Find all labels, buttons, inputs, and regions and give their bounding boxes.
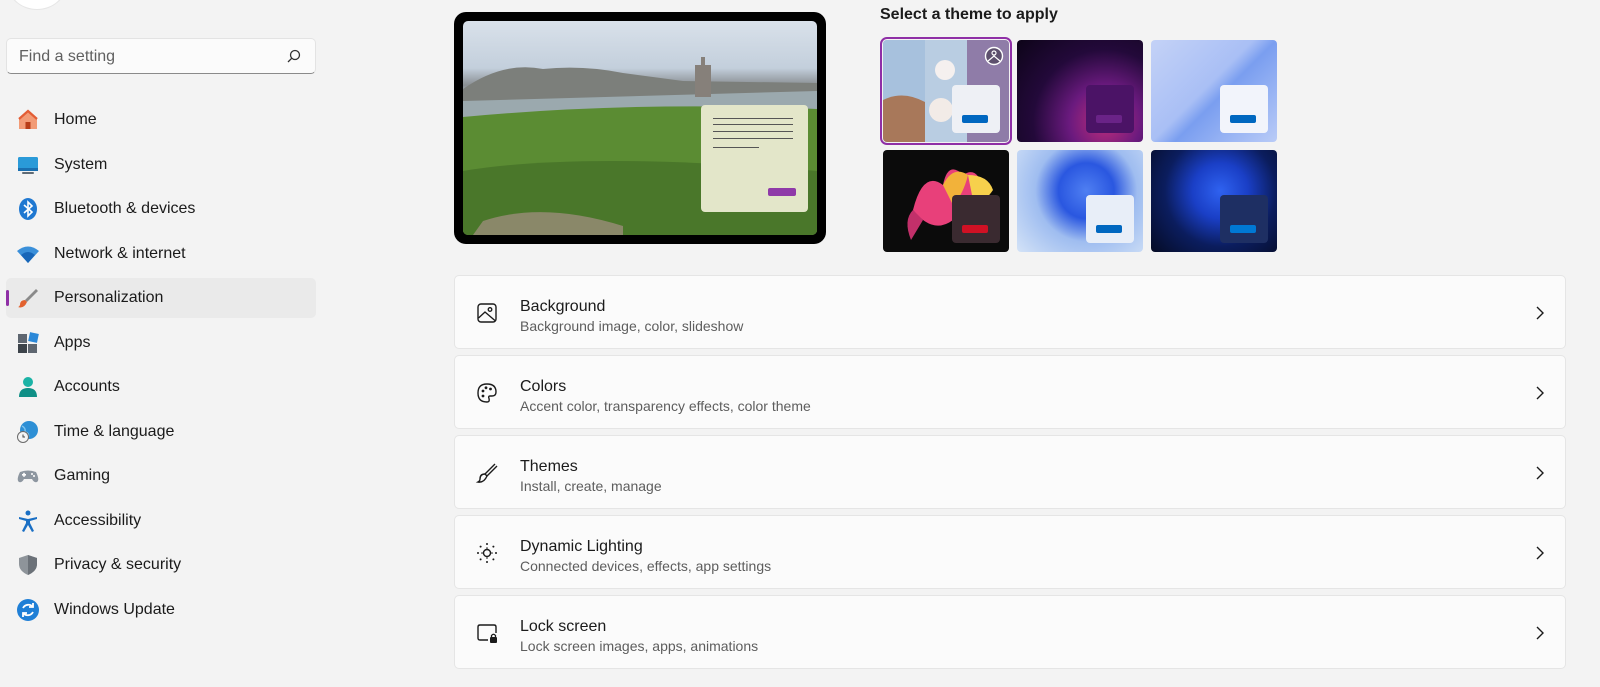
sidebar-item-label: Windows Update — [54, 601, 175, 618]
sidebar-item-time-language[interactable]: Time & language — [6, 412, 316, 452]
sidebar-item-accounts[interactable]: Accounts — [6, 367, 316, 407]
theme-window-preview — [952, 85, 1000, 133]
search-input[interactable] — [17, 39, 281, 75]
sidebar-item-label: Accessibility — [54, 512, 142, 529]
chevron-right-icon — [1536, 386, 1544, 400]
theme-tile-4[interactable] — [883, 150, 1009, 252]
card-title: Themes — [520, 458, 578, 475]
sidebar-item-label: Network & internet — [54, 245, 186, 262]
shield-icon — [19, 555, 37, 575]
slideshow-icon — [984, 46, 1004, 66]
accent-preview-button — [768, 188, 796, 196]
card-subtitle: Background image, color, slideshow — [520, 318, 744, 334]
settings-card-colors[interactable]: Colors Accent color, transparency effect… — [454, 355, 1566, 429]
sidebar-item-windows-update[interactable]: Windows Update — [6, 590, 316, 630]
sidebar-item-label: Accounts — [54, 378, 120, 395]
lighting-icon — [477, 543, 497, 563]
wallpaper-preview — [463, 21, 817, 235]
sidebar-item-label: Gaming — [54, 467, 111, 484]
brush-icon — [475, 463, 498, 483]
sidebar-item-label: Privacy & security — [54, 556, 182, 573]
theme-window-preview — [952, 195, 1000, 243]
theme-window-preview — [1220, 85, 1268, 133]
settings-card-lock-screen[interactable]: Lock screen Lock screen images, apps, an… — [454, 595, 1566, 669]
theme-window-preview — [1086, 195, 1134, 243]
card-subtitle: Lock screen images, apps, animations — [520, 638, 759, 654]
selection-indicator — [6, 290, 9, 306]
brush-icon — [18, 289, 38, 308]
lock-screen-icon — [477, 624, 497, 643]
theme-tile-6[interactable] — [1151, 150, 1277, 252]
sidebar-item-label: Apps — [54, 334, 91, 351]
card-subtitle: Accent color, transparency effects, colo… — [520, 398, 811, 414]
search-icon[interactable] — [287, 49, 301, 63]
settings-card-dynamic-lighting[interactable]: Dynamic Lighting Connected devices, effe… — [454, 515, 1566, 589]
apps-icon — [18, 332, 39, 353]
sidebar-item-label: Home — [54, 111, 97, 128]
update-icon — [17, 599, 39, 621]
sidebar-item-personalization[interactable]: Personalization — [6, 278, 316, 318]
system-icon — [18, 157, 38, 174]
window-preview — [701, 105, 808, 212]
theme-window-preview — [1220, 195, 1268, 243]
theme-preview — [454, 12, 826, 244]
globe-clock-icon — [17, 421, 38, 443]
card-title: Colors — [520, 378, 567, 395]
settings-card-background[interactable]: Background Background image, color, slid… — [454, 275, 1566, 349]
chevron-right-icon — [1536, 626, 1544, 640]
sidebar-item-label: Bluetooth & devices — [54, 200, 196, 217]
search-box[interactable] — [6, 38, 316, 75]
card-title: Background — [520, 298, 606, 315]
theme-window-preview — [1086, 85, 1134, 133]
theme-tile-1[interactable] — [880, 37, 1012, 145]
home-icon — [18, 109, 38, 129]
avatar[interactable] — [8, 0, 66, 10]
sidebar-item-network[interactable]: Network & internet — [6, 234, 316, 274]
image-icon — [477, 303, 497, 323]
chevron-right-icon — [1536, 546, 1544, 560]
card-title: Lock screen — [520, 618, 607, 635]
bluetooth-icon — [19, 198, 37, 220]
sidebar-item-label: Personalization — [54, 289, 164, 306]
settings-card-themes[interactable]: Themes Install, create, manage — [454, 435, 1566, 509]
card-subtitle: Connected devices, effects, app settings — [520, 558, 772, 574]
person-icon — [19, 377, 37, 397]
sidebar-item-accessibility[interactable]: Accessibility — [6, 501, 316, 541]
card-subtitle: Install, create, manage — [520, 478, 662, 494]
theme-section-title: Select a theme to apply — [880, 6, 1058, 23]
wifi-icon — [17, 246, 39, 263]
theme-tile-2[interactable] — [1017, 40, 1143, 142]
theme-tile-5[interactable] — [1017, 150, 1143, 252]
sidebar-item-bluetooth[interactable]: Bluetooth & devices — [6, 189, 316, 229]
sidebar-item-privacy[interactable]: Privacy & security — [6, 545, 316, 585]
sidebar-item-system[interactable]: System — [6, 145, 316, 185]
chevron-right-icon — [1536, 466, 1544, 480]
gamepad-icon — [17, 470, 39, 483]
sidebar-item-apps[interactable]: Apps — [6, 323, 316, 363]
sidebar-item-home[interactable]: Home — [6, 100, 316, 140]
sidebar-item-gaming[interactable]: Gaming — [6, 456, 316, 496]
theme-tile-3[interactable] — [1151, 40, 1277, 142]
palette-icon — [477, 383, 497, 403]
card-title: Dynamic Lighting — [520, 538, 643, 555]
accessibility-icon — [19, 510, 37, 532]
chevron-right-icon — [1536, 306, 1544, 320]
sidebar-item-label: Time & language — [54, 423, 175, 440]
sidebar-item-label: System — [54, 156, 108, 173]
